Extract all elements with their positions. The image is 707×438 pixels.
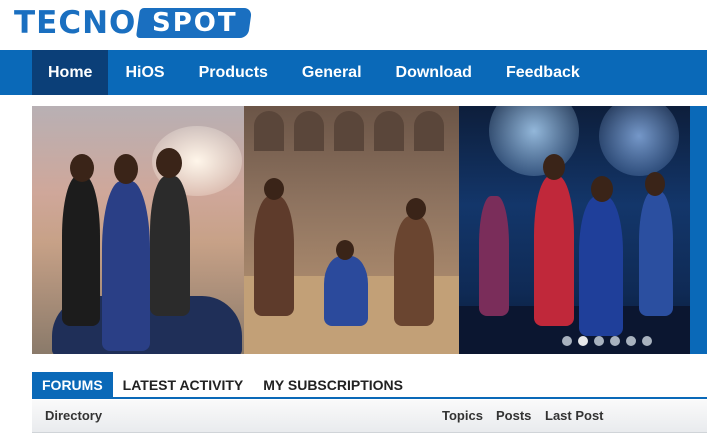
banner-photo-arena: [244, 106, 459, 354]
logo-text-tecno: TECNO: [14, 5, 137, 41]
tab-latest-activity[interactable]: LATEST ACTIVITY: [113, 372, 254, 397]
nav-feedback[interactable]: Feedback: [489, 50, 597, 95]
banner-photo-car-selfie: [32, 106, 244, 354]
main-nav: Home HiOS Products General Download Feed…: [0, 50, 707, 95]
nav-products[interactable]: Products: [182, 50, 285, 95]
nav-home[interactable]: Home: [32, 50, 109, 95]
column-topics: Topics: [442, 408, 483, 423]
carousel-dot[interactable]: [578, 336, 588, 346]
tabs-underline: [32, 397, 707, 399]
nav-download[interactable]: Download: [379, 50, 489, 95]
carousel-dot[interactable]: [642, 336, 652, 346]
banner-next-slide-edge: [690, 106, 707, 354]
carousel-dot[interactable]: [594, 336, 604, 346]
column-last-post: Last Post: [545, 408, 604, 423]
nav-hios[interactable]: HiOS: [108, 50, 181, 95]
tecno-spot-logo[interactable]: TECNO SPOT: [14, 5, 253, 41]
hero-carousel[interactable]: [32, 106, 707, 354]
logo-badge-spot: SPOT: [136, 8, 253, 38]
carousel-pagination: [562, 336, 652, 346]
tab-forums[interactable]: FORUMS: [32, 372, 113, 397]
column-directory: Directory: [45, 408, 103, 423]
carousel-dot[interactable]: [626, 336, 636, 346]
logo-text-spot: SPOT: [152, 8, 238, 38]
carousel-dot[interactable]: [610, 336, 620, 346]
site-header: TECNO SPOT: [0, 0, 707, 50]
column-posts: Posts: [496, 408, 532, 423]
nav-general[interactable]: General: [285, 50, 379, 95]
banner-photo-concert: [459, 106, 690, 354]
forum-tabs: FORUMS LATEST ACTIVITY MY SUBSCRIPTIONS: [32, 372, 413, 397]
carousel-dot[interactable]: [562, 336, 572, 346]
tab-my-subscriptions[interactable]: MY SUBSCRIPTIONS: [253, 372, 413, 397]
forum-table-header: Directory Topics Posts Last Post: [32, 400, 707, 433]
